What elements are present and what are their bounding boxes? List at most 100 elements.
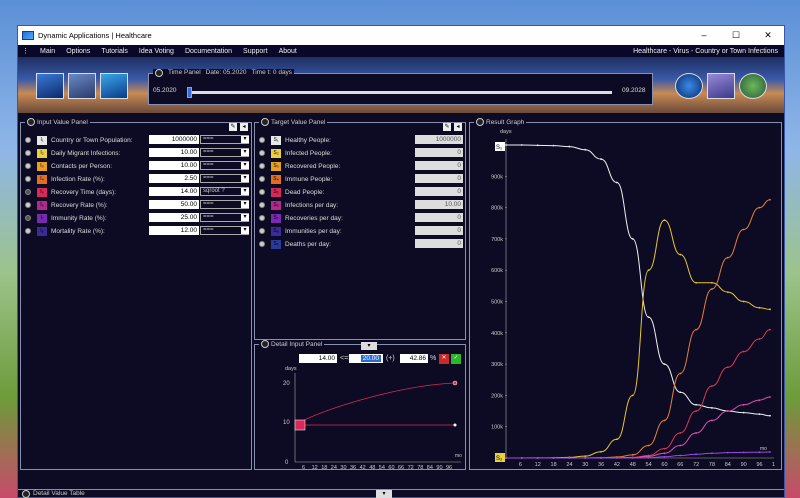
detail-xtick: 84: [427, 465, 433, 471]
maximize-button[interactable]: ☐: [720, 30, 752, 41]
input-radio[interactable]: [25, 189, 31, 195]
menu-tutorials[interactable]: Tutorials: [101, 48, 128, 55]
target-radio[interactable]: [259, 241, 265, 247]
cancel-icon[interactable]: ✕: [439, 354, 449, 364]
input-operator-select[interactable]: ===: [200, 213, 249, 222]
detail-ytick-0: 0: [285, 460, 289, 466]
input-value-field[interactable]: 2.50: [149, 174, 199, 183]
target-swatch-icon: S₃: [271, 161, 281, 171]
time-slider-thumb[interactable]: [187, 87, 192, 98]
input-radio[interactable]: [25, 202, 31, 208]
input-value-field[interactable]: 50.00: [149, 200, 199, 209]
graph-data-point: [769, 396, 771, 398]
input-radio[interactable]: [25, 150, 31, 156]
input-radio[interactable]: [25, 215, 31, 221]
collapse-icon[interactable]: ◂: [240, 123, 248, 131]
time-slider[interactable]: [187, 87, 612, 98]
detail-value-2[interactable]: 20.00: [349, 354, 383, 363]
detail-point-base[interactable]: [453, 423, 457, 427]
target-edit-icon[interactable]: ✎: [443, 123, 451, 131]
open-file-button[interactable]: [36, 73, 64, 99]
minimize-button[interactable]: –: [688, 30, 720, 41]
input-value-field[interactable]: 14.00: [149, 187, 199, 196]
menu-main[interactable]: Main: [40, 48, 55, 55]
menu-support[interactable]: Support: [243, 48, 268, 55]
target-radio[interactable]: [259, 189, 265, 195]
close-button[interactable]: ✕: [752, 30, 784, 41]
table-toggle-icon[interactable]: [22, 489, 30, 498]
table-expand-icon[interactable]: ▾: [376, 490, 392, 498]
target-collapse-icon[interactable]: ◂: [454, 123, 462, 131]
target-row: S₇ Recoveries per day:: [259, 213, 409, 223]
target-value-field: 0: [415, 226, 463, 235]
menu-about[interactable]: About: [279, 48, 297, 55]
input-value-field[interactable]: 10.00: [149, 148, 199, 157]
target-radio[interactable]: [259, 202, 265, 208]
target-swatch-icon: S₁: [271, 135, 281, 145]
input-operator-select[interactable]: ===: [200, 200, 249, 209]
target-swatch-icon: S₇: [271, 213, 281, 223]
export-button[interactable]: [100, 73, 128, 99]
detail-marker[interactable]: [294, 419, 306, 431]
input-radio[interactable]: [25, 228, 31, 234]
detail-xtick: 72: [408, 465, 414, 471]
target-radio[interactable]: [259, 150, 265, 156]
graph-data-point: [711, 407, 713, 409]
graph-xtick: 84: [725, 462, 731, 468]
input-operator-select[interactable]: ===: [200, 148, 249, 157]
save-file-button[interactable]: [68, 73, 96, 99]
graph-data-point: [769, 308, 771, 311]
detail-panel-toggle-icon[interactable]: [261, 340, 269, 348]
input-operator-select[interactable]: sqroot ?: [200, 187, 249, 196]
time-panel-toggle-icon[interactable]: [155, 69, 163, 77]
graph-series-line: [505, 329, 771, 459]
detail-value-table-bar: Detail Value Table ▾: [18, 489, 784, 498]
input-operator-select[interactable]: ===: [200, 161, 249, 170]
graph-y-label: days: [500, 129, 512, 135]
graph-data-point: [679, 372, 682, 375]
graph-series-line: [505, 199, 771, 459]
input-value-field[interactable]: 1000000: [149, 135, 199, 144]
input-radio[interactable]: [25, 163, 31, 169]
input-operator-select[interactable]: ===: [200, 174, 249, 183]
target-radio[interactable]: [259, 215, 265, 221]
target-radio[interactable]: [259, 228, 265, 234]
graph-data-point: [505, 457, 507, 459]
target-panel-toggle-icon[interactable]: [261, 118, 269, 126]
window-title: Dynamic Applications | Healthcare: [38, 31, 152, 40]
input-value-field[interactable]: 12.00: [149, 226, 199, 235]
gallery-button[interactable]: [707, 73, 735, 99]
graph-data-point: [584, 455, 587, 458]
target-row: S₄ Immune People:: [259, 174, 409, 184]
globe-button[interactable]: [675, 73, 703, 99]
target-radio[interactable]: [259, 137, 265, 143]
confirm-icon[interactable]: ✓: [451, 354, 461, 364]
input-radio[interactable]: [25, 176, 31, 182]
input-radio[interactable]: [25, 137, 31, 143]
input-value-field[interactable]: 10.00: [149, 161, 199, 170]
time-panel-title: Time Panel: [168, 69, 201, 76]
target-radio[interactable]: [259, 176, 265, 182]
graph-xtick: 18: [551, 462, 557, 468]
menu-documentation[interactable]: Documentation: [185, 48, 232, 55]
graph-xtick: 12: [535, 462, 541, 468]
detail-expand-icon[interactable]: ▾: [361, 342, 377, 350]
graph-data-point: [711, 385, 713, 387]
detail-percent[interactable]: 42.86: [400, 354, 428, 363]
graph-data-point: [726, 291, 729, 294]
detail-xtick: 66: [398, 465, 404, 471]
input-operator-select[interactable]: ===: [200, 226, 249, 235]
input-value-field[interactable]: 25.00: [149, 213, 199, 222]
edit-icon[interactable]: ✎: [229, 123, 237, 131]
input-panel-toggle-icon[interactable]: [27, 118, 35, 126]
earth-button[interactable]: [739, 73, 767, 99]
detail-point-end[interactable]: [452, 380, 458, 386]
target-swatch-icon: S₆: [271, 200, 281, 210]
input-operator-select[interactable]: ===: [200, 135, 249, 144]
menu-options[interactable]: Options: [66, 48, 90, 55]
menu-idea-voting[interactable]: Idea Voting: [139, 48, 174, 55]
target-label: Dead People:: [285, 188, 325, 196]
graph-ytick: 700k: [491, 237, 503, 243]
detail-value-1[interactable]: 14.00: [299, 354, 337, 363]
target-radio[interactable]: [259, 163, 265, 169]
